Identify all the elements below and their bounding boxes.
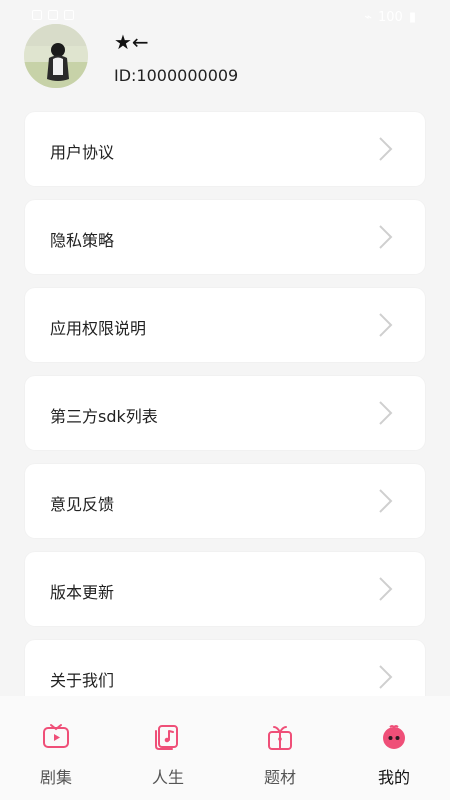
menu-item-label: 第三方sdk列表 [50, 407, 158, 426]
nav-tab-label: 人生 [151, 768, 184, 787]
nav-tab-episodes[interactable]: 剧集 [16, 722, 96, 792]
bottom-navigation: 剧集 人生 题材 我的 [0, 696, 450, 800]
menu-item-label: 版本更新 [50, 583, 115, 602]
menu-item-app-permissions[interactable]: 应用权限说明 [25, 288, 425, 362]
menu-item-feedback[interactable]: 意见反馈 [25, 464, 425, 538]
wifi-icon: ⌁ [364, 10, 373, 25]
chevron-right-icon [379, 489, 393, 513]
menu-item-version-update[interactable]: 版本更新 [25, 552, 425, 626]
chevron-right-icon [379, 577, 393, 601]
battery-icon: ▮ [408, 10, 416, 25]
menu-item-user-agreement[interactable]: 用户协议 [25, 112, 425, 186]
status-icons-right: ⌁ 100 ▮ [364, 10, 416, 25]
profile-face-icon [383, 725, 405, 749]
tv-icon [43, 724, 69, 748]
chevron-right-icon [379, 401, 393, 425]
menu-item-label: 隐私策略 [50, 231, 115, 250]
gift-box-icon [268, 726, 292, 750]
settings-menu: 用户协议 隐私策略 应用权限说明 第三方sdk列表 意见反馈 版本更新 关于我们 [25, 112, 425, 728]
chevron-right-icon [379, 665, 393, 689]
profile-header: ★← ID:1000000009 [24, 24, 424, 94]
menu-item-label: 应用权限说明 [50, 319, 147, 338]
status-icons-left [32, 10, 74, 20]
chevron-right-icon [379, 225, 393, 249]
nav-tab-life[interactable]: 人生 [128, 722, 208, 792]
nav-tab-label: 题材 [263, 768, 296, 787]
menu-item-label: 用户协议 [50, 143, 115, 162]
music-cards-icon [155, 725, 178, 750]
nav-tab-label: 剧集 [39, 768, 72, 787]
notification-icon [32, 10, 42, 20]
menu-item-privacy-policy[interactable]: 隐私策略 [25, 200, 425, 274]
avatar[interactable] [24, 24, 88, 88]
menu-item-third-party-sdk[interactable]: 第三方sdk列表 [25, 376, 425, 450]
notification-icon [64, 10, 74, 20]
nav-tab-topics[interactable]: 题材 [240, 722, 320, 792]
user-id: ID:1000000009 [114, 66, 239, 85]
nav-tab-label: 我的 [377, 768, 410, 787]
user-nickname: ★← [114, 30, 149, 54]
notification-icon [48, 10, 58, 20]
nav-tab-mine[interactable]: 我的 [354, 722, 434, 792]
menu-item-label: 意见反馈 [50, 495, 115, 514]
chevron-right-icon [379, 137, 393, 161]
avatar-image [24, 24, 88, 88]
chevron-right-icon [379, 313, 393, 337]
battery-level: 100 [378, 10, 403, 25]
menu-item-label: 关于我们 [50, 671, 115, 690]
